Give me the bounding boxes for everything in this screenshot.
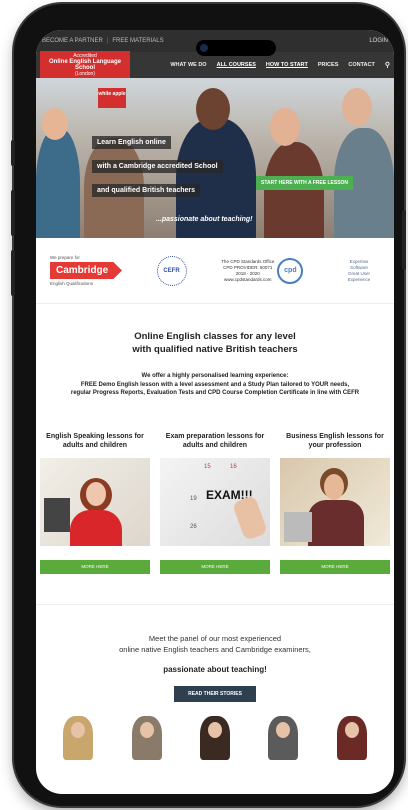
separator: | xyxy=(106,38,109,44)
intro-lead-line-2: FREE Demo English lesson with a level as… xyxy=(80,381,350,388)
free-lesson-button[interactable]: START HERE WITH A FREE LESSON xyxy=(256,176,354,190)
phone-notch xyxy=(196,40,276,56)
hero-tagline: ...passionate about teaching! xyxy=(156,216,253,223)
intro-lead: We offer a highly personalised learning … xyxy=(46,372,384,398)
login-link[interactable]: LOGIN xyxy=(369,38,388,44)
man-shirt xyxy=(308,499,364,546)
search-icon[interactable]: ⚲ xyxy=(385,61,390,69)
course-title[interactable]: Exam preparation lessons for adults and … xyxy=(160,432,270,456)
hero-line-3: and qualified British teachers xyxy=(92,184,201,197)
teachers-line-1: Meet the panel of our most experienced xyxy=(148,633,282,643)
school-logo[interactable]: Accredited Online English Language Schoo… xyxy=(40,51,130,79)
courses-section: English Speaking lessons for adults and … xyxy=(36,398,394,574)
avatar[interactable] xyxy=(63,715,94,760)
calendar-number: 26 xyxy=(190,523,197,530)
avatar-face xyxy=(139,721,154,738)
course-image-business[interactable] xyxy=(280,457,390,546)
nav-item-all-courses[interactable]: ALL COURSES xyxy=(217,62,256,68)
man-face xyxy=(324,473,344,500)
course-title[interactable]: English Speaking lessons for adults and … xyxy=(40,432,150,456)
hero-face-5 xyxy=(342,88,372,126)
course-image-exam[interactable]: 15 16 19 26 EXAM!!! xyxy=(160,457,270,546)
hero-banner: white apple Learn English online with a … xyxy=(36,78,394,238)
phone-power-button xyxy=(402,210,406,270)
avatar-face xyxy=(276,721,291,738)
more-here-button[interactable]: MORE HERE xyxy=(40,559,150,574)
cambridge-logo: We prepare for Cambridge English Qualifi… xyxy=(50,255,122,286)
more-here-button[interactable]: MORE HERE xyxy=(160,559,270,574)
free-materials-link[interactable]: FREE MATERIALS xyxy=(112,38,163,44)
intro-heading-line-1: Online English classes for any level xyxy=(134,331,296,342)
hand xyxy=(231,494,269,541)
teachers-line-2: online native English teachers and Cambr… xyxy=(119,644,311,654)
laptop xyxy=(284,511,312,542)
expertise-award: Expertise Software Great User Experience xyxy=(338,259,380,283)
woman-face xyxy=(86,481,106,506)
teachers-tagline: passionate about teaching! xyxy=(163,664,267,674)
nav-item-what-we-do[interactable]: WHAT WE DO xyxy=(170,62,206,68)
course-card-exam: Exam preparation lessons for adults and … xyxy=(160,432,270,574)
nav-menu: WHAT WE DO ALL COURSES HOW TO START PRIC… xyxy=(170,61,390,69)
course-card-speaking: English Speaking lessons for adults and … xyxy=(40,432,150,574)
cpd-line-4: www.cpdstandards.com xyxy=(224,276,272,282)
avatar-face xyxy=(71,721,86,738)
hero-face-1 xyxy=(42,108,68,140)
woman-dress xyxy=(70,509,122,546)
nav-item-contact[interactable]: CONTACT xyxy=(348,62,374,68)
nav-item-how-to-start[interactable]: HOW TO START xyxy=(266,62,308,68)
teachers-section: Meet the panel of our most experienced o… xyxy=(36,603,394,760)
teacher-avatars xyxy=(36,715,394,760)
intro-heading: Online English classes for any level wit… xyxy=(46,330,384,356)
hero-face-4 xyxy=(270,108,300,146)
laptop xyxy=(44,497,70,532)
hero-face-3 xyxy=(196,88,230,130)
cpd-text: The CPD Standards Office CPD PROVIDER: 5… xyxy=(221,259,274,283)
phone-screen: BECOME A PARTNER | FREE MATERIALS LOGIN … xyxy=(36,30,394,794)
hero-person-4 xyxy=(264,142,324,238)
cpd-badge: cpd xyxy=(277,257,304,284)
more-here-button[interactable]: MORE HERE xyxy=(280,559,390,574)
cambridge-prep-text: We prepare for xyxy=(50,255,80,260)
intro-heading-line-2: with qualified native British teachers xyxy=(132,344,298,355)
phone-volume-up xyxy=(11,190,15,236)
cpd-line-1: The CPD Standards Office xyxy=(221,258,275,264)
avatar[interactable] xyxy=(268,715,299,760)
calendar-number: 19 xyxy=(190,495,197,502)
avatar[interactable] xyxy=(336,715,367,760)
read-stories-button[interactable]: READ THEIR STORIES xyxy=(174,685,256,702)
hero-line-1: Learn English online xyxy=(92,136,171,149)
avatar-face xyxy=(344,721,359,738)
become-partner-link[interactable]: BECOME A PARTNER xyxy=(42,38,103,44)
avatar-face xyxy=(207,721,222,738)
cefr-badge: CEFR xyxy=(156,255,187,286)
cambridge-wordmark: Cambridge xyxy=(50,262,122,279)
avatar[interactable] xyxy=(199,715,230,760)
logo-line-location: (London) xyxy=(74,71,95,77)
course-image-speaking[interactable] xyxy=(40,457,150,546)
cpd-line-2: CPD PROVIDER: 50071 xyxy=(223,264,273,270)
hero-line-2: with a Cambridge accredited School xyxy=(92,160,223,173)
intro-section: Online English classes for any level wit… xyxy=(36,304,394,398)
intro-lead-line-1: We offer a highly personalised learning … xyxy=(141,373,289,379)
cpd-logo: The CPD Standards Office CPD PROVIDER: 5… xyxy=(221,257,304,284)
white-apple-badge: white apple xyxy=(98,88,126,108)
logo-line-name: Online English Language School xyxy=(48,59,121,71)
phone-volume-down xyxy=(11,250,15,296)
calendar-number: 15 xyxy=(204,463,211,470)
accreditation-logos: We prepare for Cambridge English Qualifi… xyxy=(36,238,394,304)
award-line-3: Great User Experience xyxy=(347,270,371,282)
phone-mute-switch xyxy=(11,140,15,166)
nav-item-prices[interactable]: PRICES xyxy=(318,62,338,68)
avatar[interactable] xyxy=(131,715,162,760)
course-title[interactable]: Business English lessons for your profes… xyxy=(280,432,390,456)
intro-lead-line-3: regular Progress Reports, Evaluation Tes… xyxy=(70,390,360,396)
cambridge-sub-text: English Qualifications xyxy=(50,281,94,286)
hero-person-1 xyxy=(36,128,80,238)
course-card-business: Business English lessons for your profes… xyxy=(280,432,390,574)
calendar-number: 16 xyxy=(230,463,237,470)
